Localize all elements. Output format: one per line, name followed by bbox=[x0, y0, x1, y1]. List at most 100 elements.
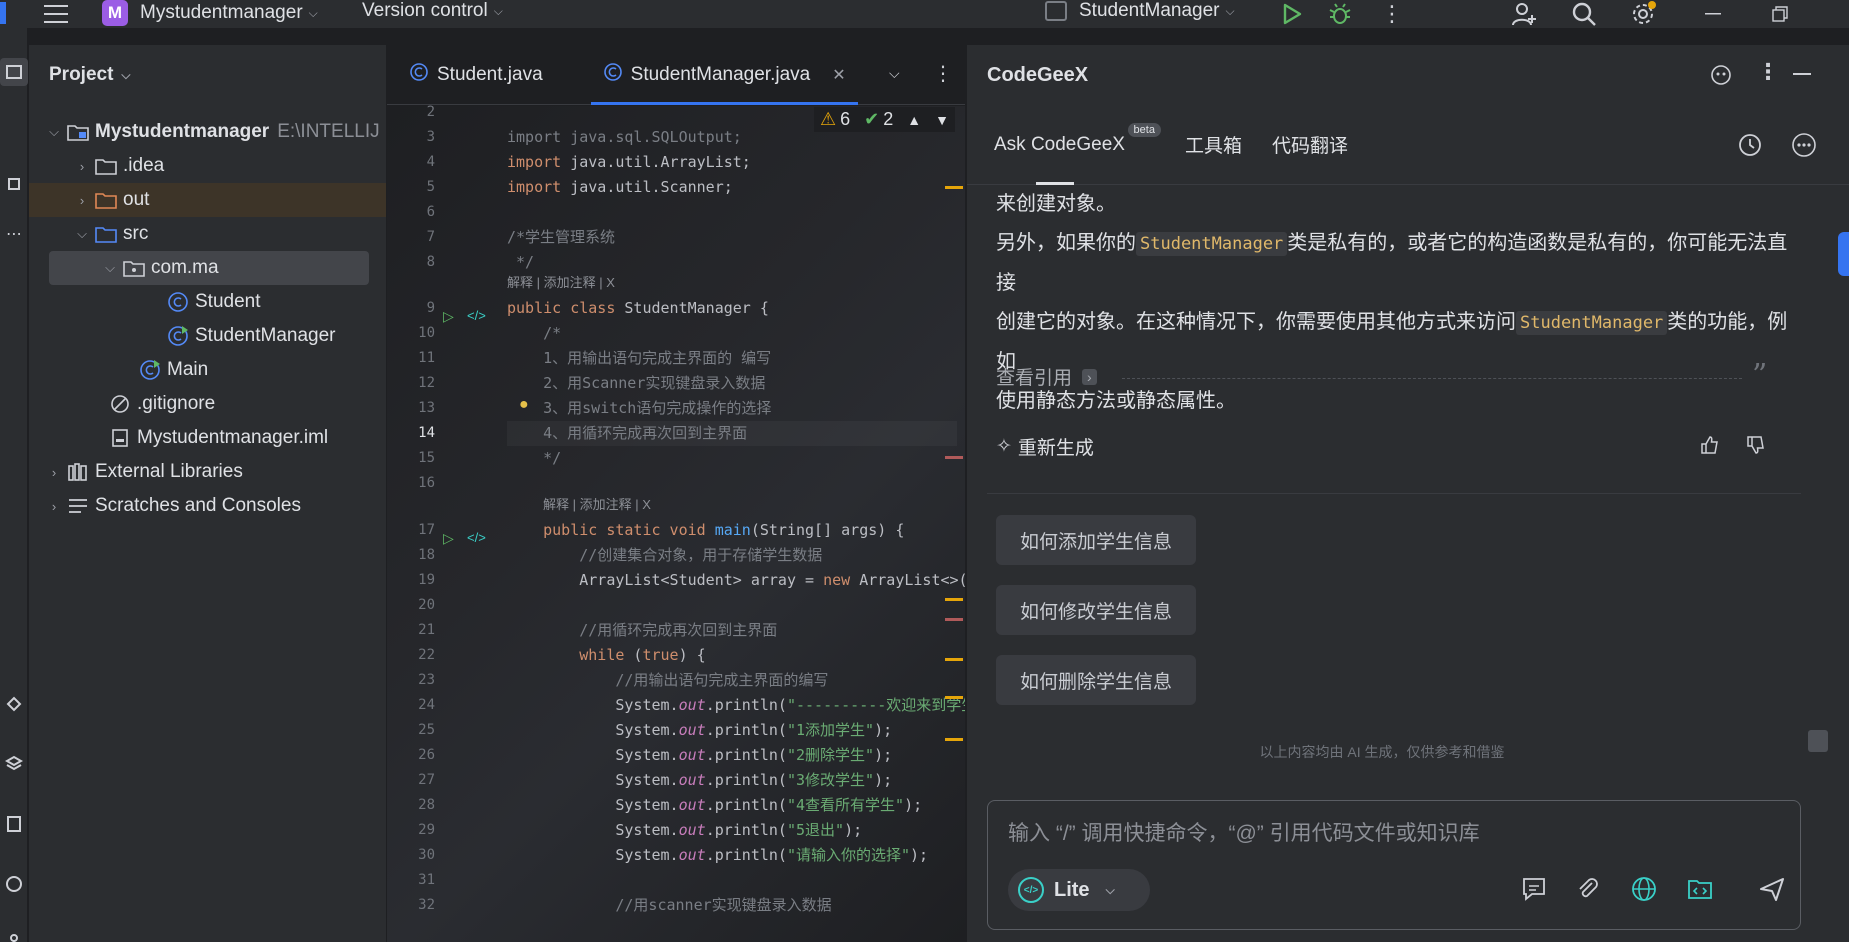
chat-command-icon[interactable] bbox=[1520, 875, 1548, 908]
line-number: 26 bbox=[418, 747, 435, 763]
problems-tool-icon[interactable] bbox=[0, 870, 28, 898]
services-tool-icon[interactable] bbox=[0, 690, 28, 718]
history-icon[interactable] bbox=[1737, 132, 1763, 164]
vcs-menu[interactable]: Version control ⌵ bbox=[362, 0, 503, 22]
search-icon[interactable] bbox=[1570, 0, 1598, 28]
line-number: 24 bbox=[418, 697, 435, 713]
tab-ask-codegeex[interactable]: Ask CodeGeeX beta bbox=[994, 105, 1161, 185]
tab-label: Student.java bbox=[437, 63, 543, 85]
expand-arrow-icon[interactable]: › bbox=[71, 159, 93, 174]
warning-icon: ⚠ bbox=[820, 109, 837, 129]
project-panel-header[interactable]: Project ⌵ bbox=[29, 45, 386, 105]
more-tools-icon[interactable]: ⋯ bbox=[0, 220, 28, 248]
collapse-arrow-icon[interactable]: ⌵ bbox=[99, 260, 121, 276]
scratches-icon bbox=[65, 496, 91, 516]
tool-window-bar: ⋯ bbox=[0, 28, 28, 942]
ai-robot-icon[interactable] bbox=[1709, 63, 1733, 93]
inspection-widget[interactable]: ⚠ 6 ✔ 2 ▲ ▼ bbox=[814, 107, 955, 132]
error-stripe bbox=[945, 738, 963, 741]
tab-student-java[interactable]: Student.java bbox=[387, 45, 565, 105]
code-area[interactable]: 2 3 4 5 6 7 8 9 10 11 12 13 14 15 16 17 … bbox=[387, 104, 965, 942]
restore-window-icon[interactable] bbox=[1762, 0, 1798, 28]
expand-arrow-icon[interactable]: › bbox=[43, 499, 65, 514]
tree-item-package[interactable]: ⌵ com.ma bbox=[49, 251, 369, 285]
previous-highlight-icon[interactable]: ▲ bbox=[907, 112, 921, 128]
codegeex-hint[interactable]: 解释 | 添加注释 | X bbox=[507, 274, 615, 292]
check-icon: ✔ bbox=[864, 109, 880, 129]
tree-item-scratches[interactable]: › Scratches and Consoles bbox=[29, 489, 386, 523]
thumbs-down-icon[interactable] bbox=[1746, 435, 1766, 460]
run-icon[interactable] bbox=[1278, 0, 1306, 28]
chat-input[interactable]: 输入 “/” 调用快捷命令，“@” 引用代码文件或知识库 bbox=[1008, 817, 1778, 847]
tree-item-external-libraries[interactable]: › External Libraries bbox=[29, 455, 386, 489]
suggestion-chip[interactable]: 如何删除学生信息 bbox=[996, 655, 1197, 705]
line-number: 16 bbox=[418, 475, 435, 491]
tab-toolbox[interactable]: 工具箱 bbox=[1185, 105, 1242, 185]
terminal-tool-icon[interactable] bbox=[0, 810, 28, 838]
right-edge-tab[interactable] bbox=[1838, 232, 1849, 276]
more-actions-icon[interactable]: ⋮ bbox=[1378, 0, 1406, 28]
tree-item-student[interactable]: Student bbox=[29, 285, 386, 319]
run-gutter-icon[interactable]: ▷ bbox=[443, 530, 454, 547]
run-config-selector[interactable]: StudentManager ⌵ bbox=[1045, 0, 1235, 22]
run-gutter-icon[interactable]: ▷ bbox=[443, 308, 454, 325]
tree-item-idea[interactable]: › .idea bbox=[29, 149, 386, 183]
codegeex-gutter-icon[interactable]: </> bbox=[467, 308, 486, 323]
collapse-arrow-icon[interactable]: ⌵ bbox=[71, 226, 93, 242]
project-switcher[interactable]: M Mystudentmanager ⌵ bbox=[102, 0, 318, 26]
web-search-globe-icon[interactable] bbox=[1630, 875, 1658, 908]
add-user-icon[interactable] bbox=[1510, 0, 1538, 28]
scrollbar-thumb[interactable] bbox=[1808, 730, 1828, 752]
tree-item-gitignore[interactable]: .gitignore bbox=[29, 387, 386, 421]
main-menu-icon[interactable] bbox=[42, 0, 70, 28]
tab-code-translate[interactable]: 代码翻译 bbox=[1272, 105, 1348, 185]
tree-item-root[interactable]: ⌵ Mystudentmanager E:\INTELLIJ bbox=[29, 115, 386, 149]
code-line: import java.util.ArrayList; bbox=[507, 153, 751, 171]
tab-more-icon[interactable]: ⋮ bbox=[933, 61, 953, 86]
collapse-arrow-icon[interactable]: ⌵ bbox=[43, 124, 65, 140]
tab-studentmanager-java[interactable]: StudentManager.java ✕ bbox=[581, 45, 868, 105]
tree-item-label: Main bbox=[167, 359, 209, 380]
settings-gear-icon[interactable] bbox=[1628, 0, 1658, 28]
tree-item-src[interactable]: ⌵ src bbox=[29, 217, 386, 251]
project-tool-icon[interactable] bbox=[0, 58, 28, 86]
regenerate-button[interactable]: ✧ 重新生成 bbox=[996, 433, 1094, 460]
line-number: 23 bbox=[418, 672, 435, 688]
tree-item-main[interactable]: Main bbox=[29, 353, 386, 387]
close-tab-icon[interactable]: ✕ bbox=[832, 65, 845, 85]
git-tool-icon[interactable] bbox=[0, 928, 28, 942]
tab-list-chevron-icon[interactable]: ⌵ bbox=[889, 65, 900, 82]
suggestion-chip[interactable]: 如何修改学生信息 bbox=[996, 585, 1197, 635]
line-number: 13 bbox=[418, 400, 435, 416]
chevron-down-icon: ⌵ bbox=[121, 67, 131, 82]
view-references[interactable]: 查看引用 › bbox=[996, 363, 1097, 390]
attach-file-icon[interactable] bbox=[1574, 875, 1602, 908]
codegeex-gutter-icon[interactable]: </> bbox=[467, 530, 486, 545]
expand-arrow-icon[interactable]: › bbox=[71, 193, 93, 208]
more-options-icon[interactable] bbox=[1791, 132, 1817, 164]
model-selector[interactable]: </> Lite ⌵ bbox=[1008, 869, 1150, 911]
hide-panel-icon[interactable] bbox=[1793, 73, 1811, 75]
line-number: 28 bbox=[418, 797, 435, 813]
send-icon[interactable] bbox=[1758, 875, 1786, 908]
minimize-window-icon[interactable] bbox=[1695, 0, 1731, 28]
code-line: 4、用循环完成再次回到主界面 bbox=[507, 421, 957, 446]
layers-tool-icon[interactable] bbox=[0, 750, 28, 778]
debug-icon[interactable] bbox=[1326, 0, 1354, 28]
suggestion-chip[interactable]: 如何添加学生信息 bbox=[996, 515, 1197, 565]
tree-item-iml[interactable]: Mystudentmanager.iml bbox=[29, 421, 386, 455]
tree-item-label: Scratches and Consoles bbox=[95, 495, 301, 516]
commit-tool-icon[interactable] bbox=[0, 170, 28, 198]
line-number: 2 bbox=[426, 104, 435, 120]
panel-options-icon[interactable]: ⋮ bbox=[1757, 59, 1779, 85]
code-line: System.out.println("2删除学生"); bbox=[507, 746, 893, 764]
next-highlight-icon[interactable]: ▼ bbox=[935, 112, 949, 128]
tree-item-out[interactable]: › out bbox=[29, 183, 386, 217]
thumbs-up-icon[interactable] bbox=[1700, 435, 1720, 460]
codegeex-hint[interactable]: 解释 | 添加注释 | X bbox=[543, 496, 651, 514]
tree-item-studentmanager[interactable]: StudentManager bbox=[29, 319, 386, 353]
error-stripe bbox=[945, 696, 963, 699]
line-number: 22 bbox=[418, 647, 435, 663]
expand-arrow-icon[interactable]: › bbox=[43, 465, 65, 480]
code-folder-icon[interactable] bbox=[1686, 875, 1714, 908]
